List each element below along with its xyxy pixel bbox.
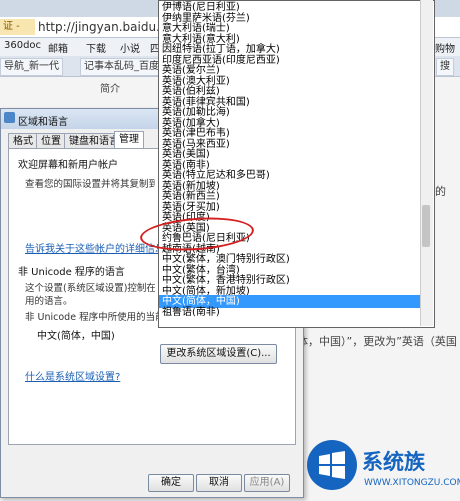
globe-icon <box>4 112 15 123</box>
dropdown-scrollbar[interactable] <box>420 0 433 326</box>
bookmark-item[interactable]: 购物 <box>435 40 455 55</box>
side-link[interactable]: 简介 <box>100 80 160 100</box>
tab-location[interactable]: 位置 <box>36 133 66 149</box>
section-heading: 非 Unicode 程序的语言 <box>18 267 125 278</box>
system-locale-help-link[interactable]: 什么是系统区域设置? <box>25 368 120 383</box>
watermark-url: WWW.XITONGZU.COM <box>364 478 460 488</box>
section-description: 这个设置(系统区域设置)控制在不支持 Unicode <box>25 283 155 294</box>
article-text: 的 <box>435 185 446 198</box>
watermark-text: 系统族 <box>362 450 425 474</box>
windows-logo-icon <box>307 440 357 490</box>
ok-button[interactable]: 确定 <box>148 474 194 492</box>
current-language-label: 非 Unicode 程序中所使用的当前语言 <box>25 312 160 323</box>
section-description: 用的语言。 <box>25 296 73 307</box>
tab-administrative[interactable]: 管理 <box>114 131 144 149</box>
dialog-title: 区域和语言 <box>18 117 68 128</box>
article-text: 体，中国）”，更改为”英语（英国 <box>297 335 457 348</box>
browser-tab[interactable]: 导航_新一代 <box>0 58 63 76</box>
bookmark-item[interactable]: 邮箱 <box>48 40 68 55</box>
tab-formats[interactable]: 格式 <box>8 133 38 149</box>
dropdown-option[interactable]: 祖鲁语(南非) <box>162 306 220 319</box>
browser-tab[interactable]: 记事本乱码_百度 <box>80 58 163 76</box>
section-heading: 欢迎屏幕和新用户帐户 <box>18 160 118 171</box>
scrollbar-thumb[interactable] <box>422 205 430 247</box>
bookmark-item[interactable]: 下载 <box>86 40 106 55</box>
browser-tab[interactable]: 搜 <box>436 58 454 76</box>
cancel-button[interactable]: 取消 <box>196 474 242 492</box>
change-system-locale-button[interactable]: 更改系统区域设置(C)... <box>160 344 277 364</box>
bookmark-item[interactable]: 小说 <box>120 40 140 55</box>
bookmark-item[interactable]: 360doc <box>4 40 41 51</box>
security-badge[interactable]: 证 - <box>0 19 35 35</box>
section-description: 查看您的国际设置并将其复制到欢迎屏幕 <box>25 179 155 190</box>
current-language-value: 中文(简体，中国) <box>37 331 115 342</box>
apply-button[interactable]: 应用(A) <box>244 474 290 492</box>
